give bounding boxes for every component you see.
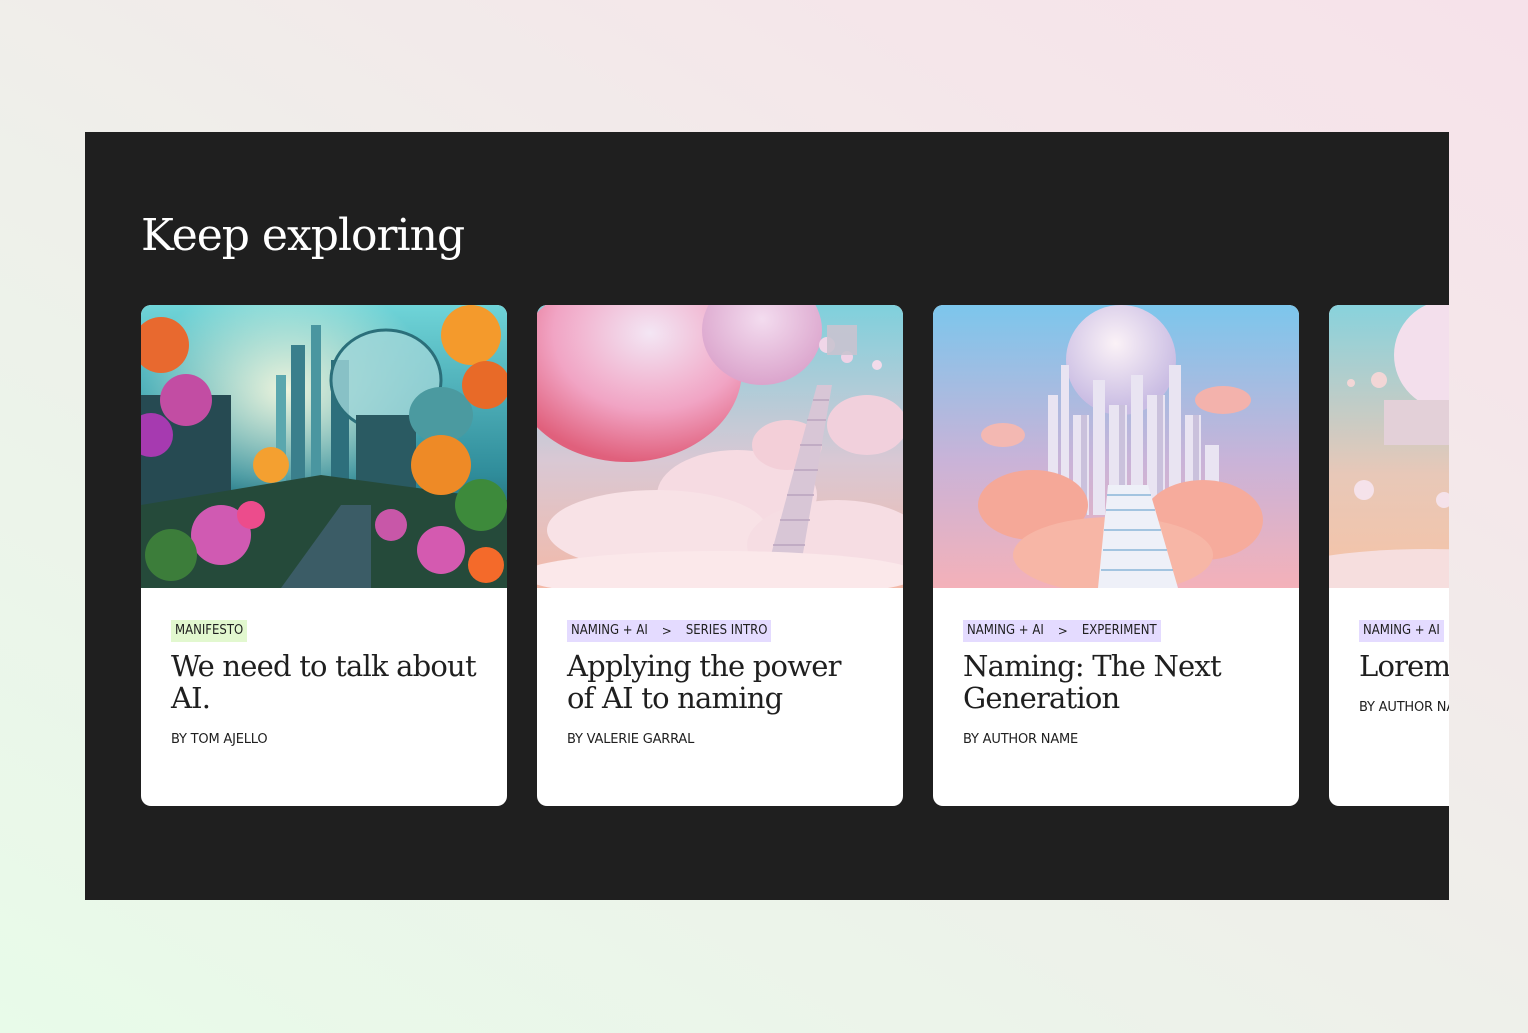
article-card-series-intro[interactable]: NAMING + AI > SERIES INTRO Applying the … <box>537 305 903 806</box>
card-image-garden-city <box>141 305 507 588</box>
card-title[interactable]: We need to talk about AI. <box>171 650 477 714</box>
card-author: BY TOM AJELLO <box>171 732 268 747</box>
article-card-partial[interactable]: NAMING + AI Lorem BY AUTHOR NA <box>1329 305 1449 806</box>
card-image-stairway-clouds <box>537 305 903 588</box>
card-author: BY AUTHOR NAME <box>963 732 1079 747</box>
category-tag[interactable]: NAMING + AI <box>1359 620 1444 642</box>
breadcrumb-separator: > <box>661 624 672 638</box>
breadcrumb-separator: > <box>1057 624 1068 638</box>
article-card-experiment[interactable]: NAMING + AI > EXPERIMENT Naming: The Nex… <box>933 305 1299 806</box>
card-title[interactable]: Applying the power of AI to naming <box>567 650 873 714</box>
article-card-manifesto[interactable]: MANIFESTO We need to talk about AI. BY T… <box>141 305 507 806</box>
card-image-floating-orbs <box>1329 305 1449 588</box>
card-image-crystal-city <box>933 305 1299 588</box>
keep-exploring-section: Keep exploring MANIFESTO We need to talk… <box>85 132 1449 900</box>
card-title[interactable]: Naming: The Next Generation <box>963 650 1269 714</box>
subcategory-tag[interactable]: EXPERIMENT <box>1078 620 1161 642</box>
card-author: BY AUTHOR NA <box>1359 700 1449 715</box>
category-tag[interactable]: MANIFESTO <box>171 620 248 642</box>
subcategory-tag[interactable]: SERIES INTRO <box>682 620 772 642</box>
section-heading: Keep exploring <box>141 210 465 261</box>
category-tag[interactable]: NAMING + AI <box>963 620 1048 642</box>
card-author: BY VALERIE GARRAL <box>567 732 695 747</box>
category-tag[interactable]: NAMING + AI <box>567 620 652 642</box>
card-title[interactable]: Lorem <box>1359 650 1449 682</box>
